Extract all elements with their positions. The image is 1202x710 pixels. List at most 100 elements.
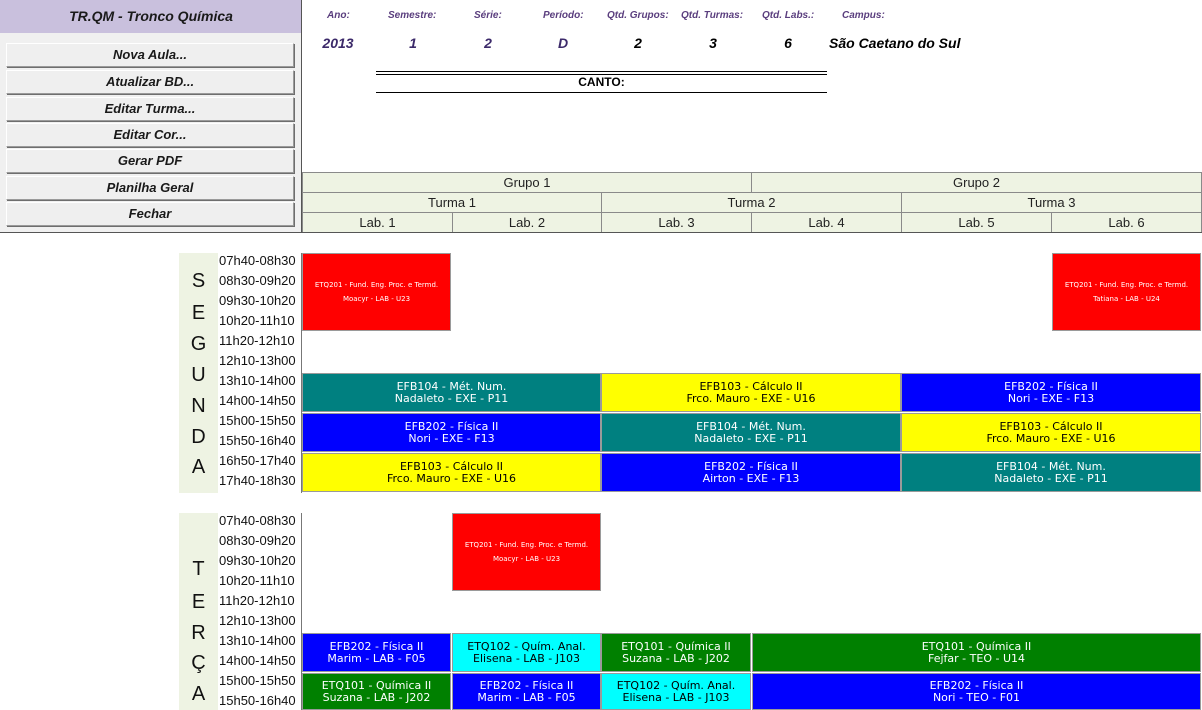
class-block[interactable]: ETQ101 - Química II Fejfar - TEO - U14 <box>752 633 1201 672</box>
planilha-geral-button[interactable]: Planilha Geral <box>6 176 294 200</box>
header-divider <box>0 232 1202 233</box>
class-block[interactable]: ETQ102 - Quím. Anal. Elisena - LAB - J10… <box>601 673 751 710</box>
app-title: TR.QM - Tronco Química <box>0 0 302 33</box>
class-block-course: EFB202 - Física II <box>1004 379 1098 393</box>
class-block-course: ETQ102 - Quím. Anal. <box>467 639 586 653</box>
time-slot: 10h20-11h10 <box>219 313 295 328</box>
class-block-details: Frco. Mauro - EXE - U16 <box>986 431 1116 445</box>
time-slot: 12h10-13h00 <box>219 613 296 628</box>
segunda-letter: N <box>191 395 206 417</box>
class-block-details: Elisena - LAB - J103 <box>473 651 580 665</box>
class-block[interactable]: EFB202 - Física II Nori - EXE - F13 <box>302 413 601 452</box>
class-block-details: Nori - TEO - F01 <box>932 690 1021 704</box>
segunda-letter: S <box>191 270 206 292</box>
gerar-pdf-button[interactable]: Gerar PDF <box>6 149 294 173</box>
class-block[interactable]: ETQ201 - Fund. Eng. Proc. e Termd. Moacy… <box>452 513 601 591</box>
class-block[interactable]: ETQ101 - Química II Suzana - LAB - J202 <box>601 633 751 672</box>
class-block[interactable]: EFB104 - Mét. Num. Nadaleto - EXE - P11 <box>302 373 601 412</box>
nova-aula-button[interactable]: Nova Aula... <box>6 43 294 67</box>
class-block-details: Fejfar - TEO - U14 <box>928 651 1025 665</box>
class-block[interactable]: ETQ201 - Fund. Eng. Proc. e Termd. Tatia… <box>1052 253 1201 331</box>
terca-letter: E <box>191 591 206 613</box>
grupo-1-header: Grupo 1 <box>302 172 752 193</box>
class-block[interactable]: EFB202 - Física II Marim - LAB - F05 <box>302 633 451 672</box>
class-block[interactable]: EFB103 - Cálculo II Frco. Mauro - EXE - … <box>601 373 901 412</box>
lab-5-header: Lab. 5 <box>901 212 1052 233</box>
class-block-course: EFB104 - Mét. Num. <box>996 459 1106 473</box>
qtd-grupos-value: 2 <box>634 35 642 51</box>
serie-label: Série: <box>474 10 502 21</box>
fechar-button[interactable]: Fechar <box>6 202 294 226</box>
time-slot: 14h00-14h50 <box>219 653 296 668</box>
time-slot: 16h50-17h40 <box>219 453 296 468</box>
class-block[interactable]: ETQ201 - Fund. Eng. Proc. e Termd. Moacy… <box>302 253 451 331</box>
campus-label: Campus: <box>842 10 885 21</box>
qtd-turmas-label: Qtd. Turmas: <box>681 10 744 21</box>
class-block[interactable]: EFB202 - Física II Airton - EXE - F13 <box>601 453 901 492</box>
time-slot: 15h00-15h50 <box>219 673 296 688</box>
ano-label: Ano: <box>327 10 350 21</box>
time-slot: 11h20-12h10 <box>219 333 295 348</box>
turma-3-header: Turma 3 <box>901 192 1202 213</box>
turma-2-header: Turma 2 <box>601 192 902 213</box>
class-block[interactable]: EFB104 - Mét. Num. Nadaleto - EXE - P11 <box>601 413 901 452</box>
class-block-details: Frco. Mauro - EXE - U16 <box>686 391 816 405</box>
time-slot: 09h30-10h20 <box>219 293 296 308</box>
class-block-course: EFB104 - Mét. Num. <box>696 419 806 433</box>
time-slot: 08h30-09h20 <box>219 533 296 548</box>
lab-1-header: Lab. 1 <box>302 212 453 233</box>
ano-value: 2013 <box>322 35 354 51</box>
class-block-course: EFB104 - Mét. Num. <box>396 379 507 393</box>
class-block[interactable]: EFB202 - Física II Nori - TEO - F01 <box>752 673 1201 710</box>
editar-cor-button[interactable]: Editar Cor... <box>6 123 294 147</box>
time-slot: 13h10-14h00 <box>219 373 296 388</box>
atualizar-bd-button[interactable]: Atualizar BD... <box>6 70 294 94</box>
time-slot: 15h50-16h40 <box>219 433 296 448</box>
class-block[interactable]: EFB103 - Cálculo II Frco. Mauro - EXE - … <box>302 453 601 492</box>
canto-label: CANTO: <box>578 75 625 89</box>
terca-letter: Ç <box>191 652 206 674</box>
time-slot: 11h20-12h10 <box>219 593 295 608</box>
class-block-course: EFB202 - Física II <box>404 419 499 433</box>
class-block[interactable]: EFB104 - Mét. Num. Nadaleto - EXE - P11 <box>901 453 1201 492</box>
class-block-course: ETQ201 - Fund. Eng. Proc. e Termd. <box>314 281 439 289</box>
segunda-letter: U <box>191 364 206 386</box>
class-block-course: EFB103 - Cálculo II <box>999 419 1103 433</box>
class-block-course: EFB202 - Física II <box>704 459 798 473</box>
class-block-details: Airton - EXE - F13 <box>702 471 800 485</box>
class-block-details: Nori - EXE - F13 <box>1007 391 1095 405</box>
qtd-labs-value: 6 <box>784 35 792 51</box>
class-block[interactable]: ETQ102 - Quím. Anal. Elisena - LAB - J10… <box>452 633 601 672</box>
editar-turma-button[interactable]: Editar Turma... <box>6 97 294 121</box>
class-block-details: Marim - LAB - F05 <box>327 651 426 665</box>
turma-1-header: Turma 1 <box>302 192 602 213</box>
terca-letter: R <box>191 622 206 644</box>
time-slot: 15h50-16h40 <box>219 693 296 708</box>
class-block-course: ETQ101 - Química II <box>921 639 1032 653</box>
class-block-details: Suzana - LAB - J202 <box>622 651 730 665</box>
grupo-2-header: Grupo 2 <box>751 172 1202 193</box>
class-block-details: Nadaleto - EXE - P11 <box>394 391 509 405</box>
class-block-course: EFB103 - Cálculo II <box>699 379 803 393</box>
terca-letter: T <box>192 558 205 580</box>
canto-rule <box>376 92 827 93</box>
class-block-details: Moacyr - LAB - U23 <box>342 295 411 303</box>
lab-3-header: Lab. 3 <box>601 212 752 233</box>
class-block[interactable]: EFB202 - Física II Nori - EXE - F13 <box>901 373 1201 412</box>
lab-4-header: Lab. 4 <box>751 212 902 233</box>
time-slot: 13h10-14h00 <box>219 633 296 648</box>
class-block-course: ETQ101 - Química II <box>321 678 432 692</box>
time-slot: 14h00-14h50 <box>219 393 296 408</box>
left-panel: TR.QM - Tronco Química Nova Aula... Atua… <box>0 0 302 233</box>
canto-rule <box>376 71 827 72</box>
class-block[interactable]: EFB202 - Física II Marim - LAB - F05 <box>452 673 601 710</box>
time-slot: 12h10-13h00 <box>219 353 296 368</box>
segunda-letter: G <box>190 333 207 355</box>
class-block[interactable]: EFB103 - Cálculo II Frco. Mauro - EXE - … <box>901 413 1201 452</box>
time-slot: 07h40-08h30 <box>219 513 296 528</box>
class-block-details: Frco. Mauro - EXE - U16 <box>386 471 516 485</box>
class-block-course: EFB103 - Cálculo II <box>399 459 504 473</box>
periodo-value: D <box>557 35 569 51</box>
class-block-course: ETQ201 - Fund. Eng. Proc. e Termd. <box>1064 281 1189 289</box>
class-block[interactable]: ETQ101 - Química II Suzana - LAB - J202 <box>302 673 451 710</box>
